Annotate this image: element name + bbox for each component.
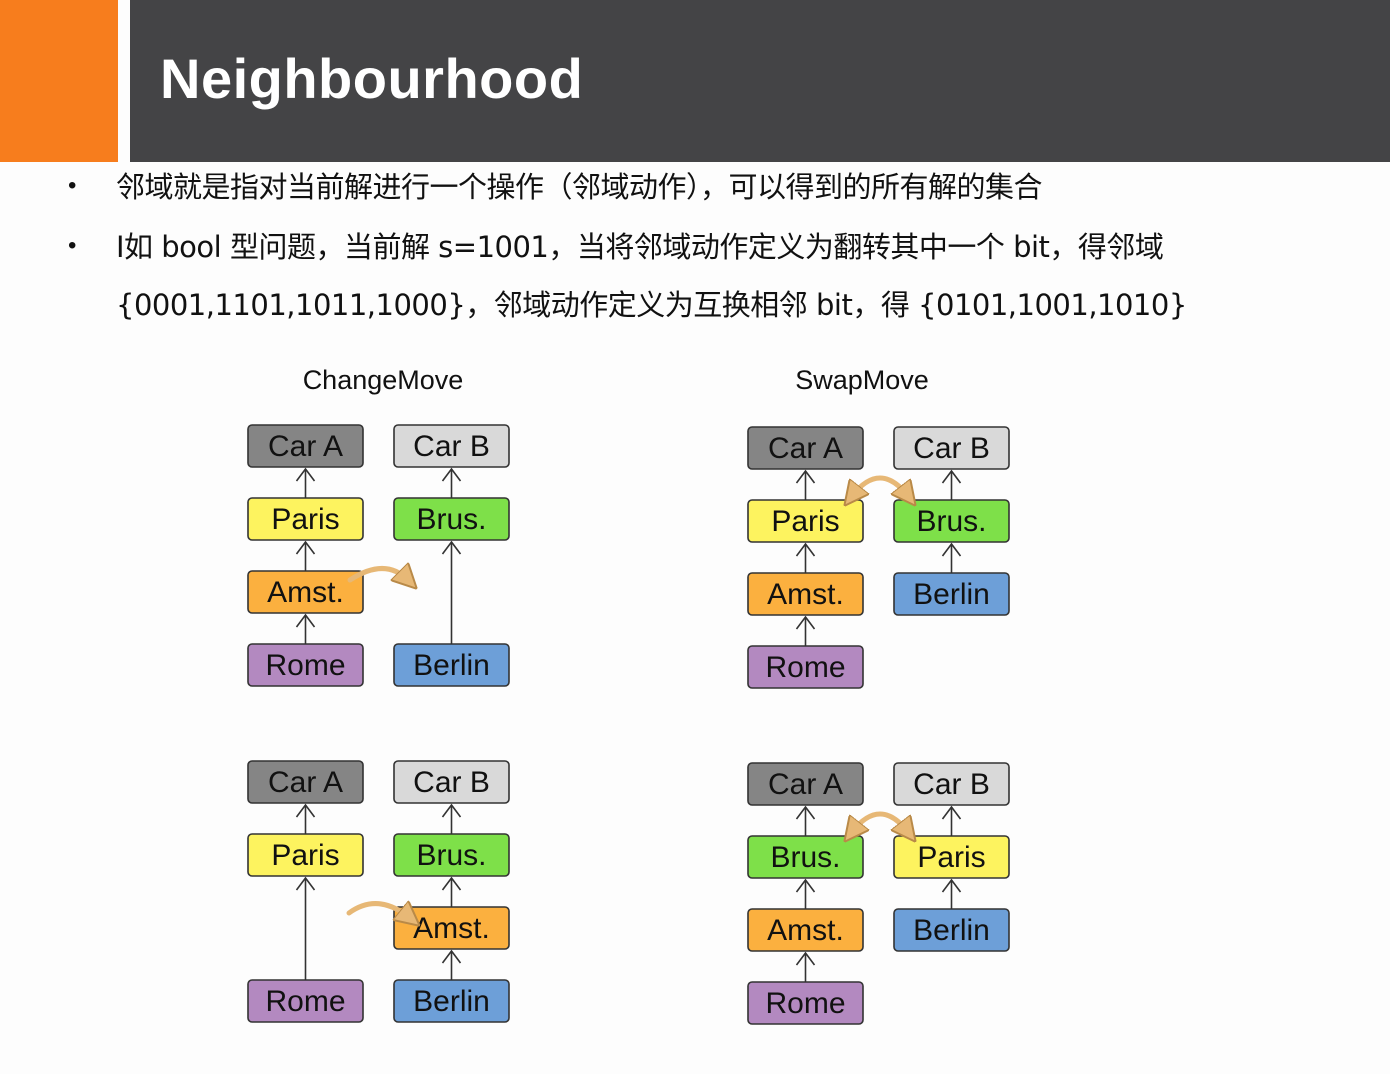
node-label: Paris [271, 839, 339, 872]
node-label: Rome [265, 985, 345, 1018]
node-brus: Brus. [393, 497, 510, 541]
node-paris: Paris [247, 497, 364, 541]
node-label: Berlin [913, 578, 990, 611]
node-car-b: Car B [393, 760, 510, 804]
node-car-a: Car A [247, 760, 364, 804]
neighbourhood-diagram: ChangeMove SwapMove Car AParisAmst.RomeC… [247, 365, 1010, 1025]
node-label: Car A [268, 766, 343, 799]
node-label: Amst. [413, 912, 490, 945]
node-label: Car B [413, 430, 490, 463]
node-amst: Amst. [247, 570, 364, 614]
node-label: Brus. [770, 841, 840, 874]
node-label: Car A [268, 430, 343, 463]
node-berlin: Berlin [893, 572, 1010, 616]
node-rome: Rome [747, 981, 864, 1025]
node-label: Car B [913, 432, 990, 465]
node-label: Rome [765, 651, 845, 684]
node-brus: Brus. [893, 499, 1010, 543]
node-rome: Rome [247, 979, 364, 1023]
node-label: Brus. [916, 505, 986, 538]
node-label: Amst. [767, 914, 844, 947]
node-paris: Paris [747, 499, 864, 543]
node-car-b: Car B [893, 426, 1010, 470]
panel-change-move-after: Car A Paris Rome Car B Brus. Amst. Berlin [247, 760, 510, 1023]
node-amst: Amst. [393, 906, 510, 950]
node-label: Berlin [413, 649, 490, 682]
swap-move-label: SwapMove [795, 365, 929, 395]
node-berlin: Berlin [393, 643, 510, 687]
node-amst: Amst. [747, 572, 864, 616]
node-paris: Paris [893, 835, 1010, 879]
swap-move-arrow-icon [852, 475, 908, 496]
node-car-a: Car A [747, 762, 864, 806]
node-car-a: Car A [747, 426, 864, 470]
node-paris: Paris [247, 833, 364, 877]
node-label: Amst. [267, 576, 344, 609]
node-car-a: Car A [247, 424, 364, 468]
node-label: Brus. [416, 839, 486, 872]
node-label: Car B [413, 766, 490, 799]
node-rome: Rome [747, 645, 864, 689]
change-move-label: ChangeMove [303, 365, 464, 395]
node-label: Car A [768, 432, 843, 465]
node-brus: Brus. [393, 833, 510, 877]
panel-swap-move-after: Car A Brus. Amst. Rome Car B Paris Berlin [747, 762, 1010, 1025]
node-label: Rome [265, 649, 345, 682]
node-label: Berlin [413, 985, 490, 1018]
panel-change-move-before: Car A Paris Amst. Rome Car B Brus. Berlin [247, 424, 510, 687]
node-label: Brus. [416, 503, 486, 536]
node-label: Berlin [913, 914, 990, 947]
panel-swap-move-before: Car A Paris Amst. Rome Car B Brus. Berlin [747, 426, 1010, 689]
node-label: Paris [271, 503, 339, 536]
node-label: Car A [768, 768, 843, 801]
node-car-b: Car B [393, 424, 510, 468]
node-label: Paris [771, 505, 839, 538]
node-label: Paris [917, 841, 985, 874]
node-label: Rome [765, 987, 845, 1020]
node-amst: Amst. [747, 908, 864, 952]
swap-move-arrow-icon [852, 811, 908, 832]
node-berlin: Berlin [893, 908, 1010, 952]
node-rome: Rome [247, 643, 364, 687]
node-car-b: Car B [893, 762, 1010, 806]
node-label: Amst. [767, 578, 844, 611]
node-label: Car B [913, 768, 990, 801]
node-berlin: Berlin [393, 979, 510, 1023]
node-brus: Brus. [747, 835, 864, 879]
